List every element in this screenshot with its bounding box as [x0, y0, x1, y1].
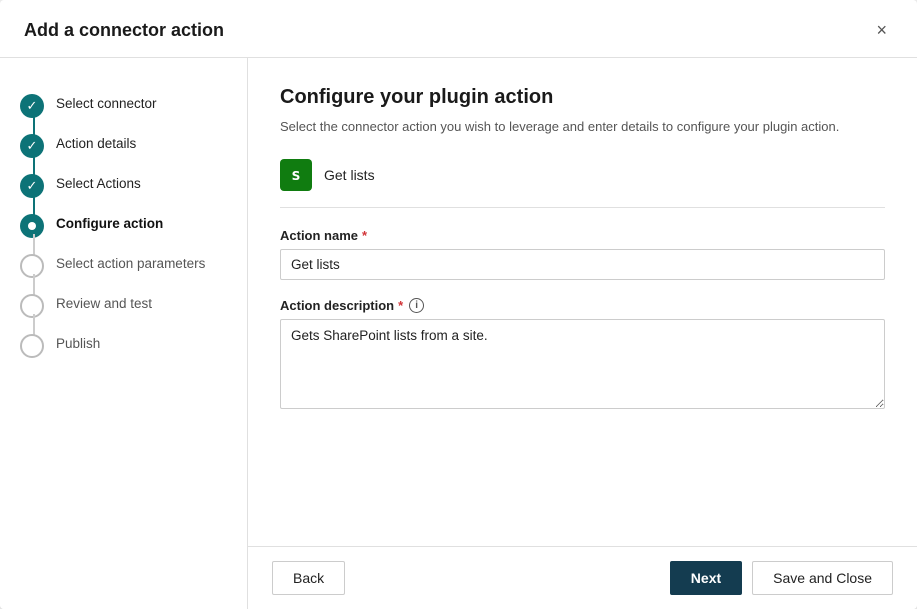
step-label-configure-action: Configure action: [56, 212, 163, 234]
sidebar: ✓ Select connector ✓ Action details ✓ Se…: [0, 58, 248, 609]
modal-header: Add a connector action ×: [0, 0, 917, 58]
step-label-publish: Publish: [56, 332, 100, 354]
check-icon-3: ✓: [27, 178, 38, 194]
content-area: Configure your plugin action Select the …: [248, 58, 917, 546]
modal-title: Add a connector action: [24, 20, 224, 41]
sidebar-item-select-connector[interactable]: ✓ Select connector: [0, 86, 247, 126]
action-name-input[interactable]: [280, 249, 885, 280]
modal-body: ✓ Select connector ✓ Action details ✓ Se…: [0, 58, 917, 609]
step-icon-select-connector: ✓: [20, 94, 44, 118]
footer-left: Back: [272, 561, 345, 595]
close-button[interactable]: ×: [870, 18, 893, 43]
footer-right: Next Save and Close: [670, 561, 893, 595]
plugin-icon-letter: s: [291, 165, 301, 184]
step-label-select-action-parameters: Select action parameters: [56, 252, 205, 274]
save-close-button[interactable]: Save and Close: [752, 561, 893, 595]
step-label-select-connector: Select connector: [56, 92, 157, 114]
sidebar-item-select-action-parameters[interactable]: Select action parameters: [0, 246, 247, 286]
next-button[interactable]: Next: [670, 561, 742, 595]
back-button[interactable]: Back: [272, 561, 345, 595]
step-icon-configure-action: [20, 214, 44, 238]
action-name-label: Action name *: [280, 228, 885, 243]
plugin-icon-row: s Get lists: [280, 159, 885, 208]
dot-icon-4: [28, 222, 36, 230]
main-content: Configure your plugin action Select the …: [248, 58, 917, 609]
step-icon-publish: [20, 334, 44, 358]
sidebar-item-review-and-test[interactable]: Review and test: [0, 286, 247, 326]
sidebar-item-select-actions[interactable]: ✓ Select Actions: [0, 166, 247, 206]
required-star-desc: *: [398, 298, 403, 313]
check-icon-2: ✓: [27, 138, 38, 154]
modal-footer: Back Next Save and Close: [248, 546, 917, 609]
step-icon-select-action-parameters: [20, 254, 44, 278]
sidebar-item-action-details[interactable]: ✓ Action details: [0, 126, 247, 166]
action-description-group: Action description * i: [280, 298, 885, 414]
step-label-select-actions: Select Actions: [56, 172, 141, 194]
content-title: Configure your plugin action: [280, 86, 885, 109]
action-description-label: Action description * i: [280, 298, 885, 313]
step-icon-select-actions: ✓: [20, 174, 44, 198]
step-label-action-details: Action details: [56, 132, 136, 154]
required-star-name: *: [362, 228, 367, 243]
step-label-review-and-test: Review and test: [56, 292, 152, 314]
info-icon: i: [409, 298, 424, 313]
step-icon-action-details: ✓: [20, 134, 44, 158]
modal-container: Add a connector action × ✓ Select connec…: [0, 0, 917, 609]
plugin-name: Get lists: [324, 167, 375, 183]
action-name-group: Action name *: [280, 228, 885, 280]
sidebar-item-publish[interactable]: Publish: [0, 326, 247, 366]
action-description-textarea[interactable]: [280, 319, 885, 409]
sidebar-item-configure-action[interactable]: Configure action: [0, 206, 247, 246]
content-subtitle: Select the connector action you wish to …: [280, 117, 885, 137]
step-icon-review-and-test: [20, 294, 44, 318]
check-icon-1: ✓: [27, 98, 38, 114]
plugin-icon: s: [280, 159, 312, 191]
